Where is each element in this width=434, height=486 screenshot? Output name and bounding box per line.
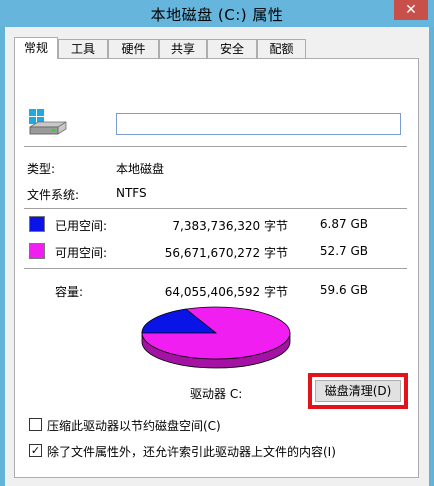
free-space-bytes: 56,671,670,272 字节	[164, 246, 288, 260]
compress-label[interactable]: 压缩此驱动器以节约磁盘空间(C)	[47, 417, 221, 434]
separator	[24, 146, 407, 147]
type-label: 类型:	[27, 162, 56, 176]
title-bar[interactable]: 本地磁盘 (C:) 属性 ✕	[0, 0, 434, 27]
index-label[interactable]: 除了文件属性外，还允许索引此驱动器上文件的内容(I)	[47, 443, 336, 460]
tab-security[interactable]: 安全	[207, 39, 257, 58]
free-space-label: 可用空间:	[55, 246, 108, 260]
tab-general[interactable]: 常规	[14, 37, 58, 59]
tab-sharing[interactable]: 共享	[159, 39, 207, 58]
tab-hardware[interactable]: 硬件	[108, 39, 159, 58]
compress-checkbox[interactable]	[29, 418, 42, 431]
separator	[24, 208, 407, 209]
filesystem-value: NTFS	[116, 186, 147, 200]
used-space-size: 6.87 GB	[319, 217, 368, 231]
capacity-size: 59.6 GB	[319, 283, 368, 297]
properties-window: 本地磁盘 (C:) 属性 ✕ 常规 工具 硬件 共享 安全 配额 类型: 本地磁…	[0, 0, 434, 486]
dialog-client: 常规 工具 硬件 共享 安全 配额 类型: 本地磁盘 文件系统: NTFS 已用…	[5, 27, 429, 486]
used-space-swatch	[29, 216, 45, 232]
type-value: 本地磁盘	[116, 162, 165, 176]
drive-label: 驱动器 C:	[190, 387, 243, 401]
capacity-bytes: 64,055,406,592 字节	[164, 285, 288, 299]
disk-cleanup-button[interactable]: 磁盘清理(D)	[315, 380, 401, 402]
separator	[24, 268, 407, 269]
cleanup-highlight: 磁盘清理(D)	[308, 373, 408, 409]
filesystem-label: 文件系统:	[27, 188, 80, 202]
used-space-bytes: 7,383,736,320 字节	[172, 219, 288, 233]
used-space-label: 已用空间:	[55, 219, 108, 233]
tab-quota[interactable]: 配额	[257, 39, 306, 58]
free-space-swatch	[29, 243, 45, 259]
disk-usage-pie	[141, 306, 291, 369]
volume-name-input[interactable]	[116, 113, 401, 135]
drive-icon	[29, 109, 67, 135]
free-space-size: 52.7 GB	[319, 244, 368, 258]
general-panel: 类型: 本地磁盘 文件系统: NTFS 已用空间: 7,383,736,320 …	[14, 58, 419, 478]
capacity-label: 容量:	[55, 285, 84, 299]
tab-tools[interactable]: 工具	[58, 39, 108, 58]
close-button[interactable]: ✕	[394, 0, 428, 20]
index-checkbox[interactable]: ✓	[29, 444, 42, 457]
window-title: 本地磁盘 (C:) 属性	[150, 6, 284, 24]
